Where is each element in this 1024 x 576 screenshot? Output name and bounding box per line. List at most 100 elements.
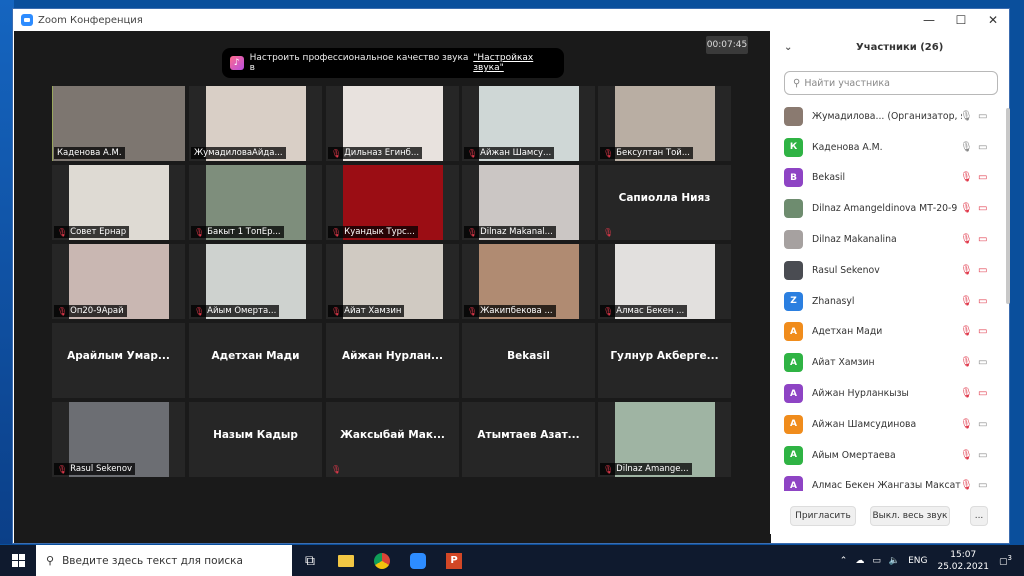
mic-muted-icon[interactable]: 🎙 bbox=[960, 450, 973, 461]
mic-muted-icon[interactable]: 🎙 bbox=[960, 234, 973, 245]
camera-icon[interactable]: ▭ bbox=[978, 419, 987, 430]
chevron-up-icon[interactable]: ⌃ bbox=[840, 556, 848, 566]
mic-muted-icon[interactable]: 🎙 bbox=[960, 265, 973, 276]
participant-row[interactable]: А Адетхан Мади 🎙 ▭ bbox=[770, 317, 1002, 348]
chrome-icon[interactable] bbox=[364, 545, 400, 576]
mic-muted-icon[interactable]: 🎙 bbox=[960, 480, 973, 491]
video-tile[interactable]: 🎙 Rasul Sekenov bbox=[52, 402, 185, 477]
video-tile[interactable]: 🎙 Алмас Бекен ... bbox=[598, 244, 731, 319]
video-tile[interactable]: 🎙 Айжан Шамсу... bbox=[462, 86, 595, 161]
camera-off-icon[interactable]: ▭ bbox=[978, 326, 987, 337]
camera-icon[interactable]: ▭ bbox=[978, 142, 987, 153]
mic-muted-icon[interactable]: 🎙 bbox=[960, 388, 973, 399]
camera-icon[interactable]: ▭ bbox=[978, 480, 987, 491]
video-tile[interactable]: 🎙 Dilnaz Makanal... bbox=[462, 165, 595, 240]
audio-settings-link[interactable]: "Настройках звука" bbox=[473, 53, 564, 73]
participant-row[interactable]: Dilnaz Amangeldinova МТ-20-9 🎙 ▭ bbox=[770, 193, 1002, 224]
video-tile[interactable]: Bekasil bbox=[462, 323, 595, 398]
minimize-button[interactable]: — bbox=[913, 9, 945, 31]
mic-icon[interactable]: 🎙 bbox=[960, 111, 973, 122]
video-tile[interactable]: 🎙 Дильназ Егинб... bbox=[326, 86, 459, 161]
camera-off-icon[interactable]: ▭ bbox=[978, 296, 987, 307]
video-tile[interactable]: 🎙 Куандык Турс... bbox=[326, 165, 459, 240]
camera-off-icon[interactable]: ▭ bbox=[978, 388, 987, 399]
video-tile[interactable]: Айжан Нурлан... bbox=[326, 323, 459, 398]
file-explorer-icon[interactable] bbox=[328, 545, 364, 576]
start-button[interactable] bbox=[0, 545, 36, 576]
language-indicator[interactable]: ENG bbox=[908, 556, 927, 566]
mic-muted-icon[interactable]: 🎙 bbox=[960, 419, 973, 430]
mic-muted-icon: 🎙 bbox=[331, 227, 342, 237]
clock[interactable]: 15:07 25.02.2021 bbox=[937, 549, 989, 573]
video-tile[interactable]: 🎙 Айым Омерта... bbox=[189, 244, 322, 319]
participant-row[interactable]: А Айат Хамзин 🎙 ▭ bbox=[770, 347, 1002, 378]
mute-all-button[interactable]: Выкл. весь звук bbox=[870, 506, 950, 526]
video-tile[interactable]: Атымтаев Азат... bbox=[462, 402, 595, 477]
camera-icon[interactable]: ▭ bbox=[978, 111, 987, 122]
video-tile[interactable]: Каденова А.М. bbox=[52, 86, 185, 161]
video-tile[interactable]: Назым Кадыр bbox=[189, 402, 322, 477]
invite-button[interactable]: Пригласить bbox=[790, 506, 856, 526]
mic-muted-icon: 🎙 bbox=[331, 465, 342, 474]
chevron-down-icon[interactable]: ⌄ bbox=[784, 42, 792, 53]
more-button[interactable]: ... bbox=[970, 506, 988, 526]
participants-scrollbar[interactable] bbox=[1006, 108, 1010, 304]
avatar: А bbox=[784, 476, 803, 491]
network-icon[interactable]: ▭ bbox=[872, 556, 881, 566]
mic-icon[interactable]: 🎙 bbox=[960, 142, 973, 153]
video-tile[interactable]: ЖумадиловаАйда... bbox=[189, 86, 322, 161]
video-tile[interactable]: 🎙 Бакыт 1 ТопЕр... bbox=[189, 165, 322, 240]
participant-row[interactable]: К Каденова А.М. 🎙 ▭ bbox=[770, 132, 1002, 163]
taskbar-search-placeholder: Введите здесь текст для поиска bbox=[62, 554, 243, 567]
camera-off-icon[interactable]: ▭ bbox=[978, 234, 987, 245]
participant-row[interactable]: Rasul Sekenov 🎙 ▭ bbox=[770, 255, 1002, 286]
notification-icon[interactable]: ▢3 bbox=[999, 554, 1012, 567]
mic-muted-icon: 🎙 bbox=[603, 464, 614, 474]
volume-icon[interactable]: 🔈 bbox=[889, 556, 900, 566]
video-tile[interactable]: 🎙 Айат Хамзин bbox=[326, 244, 459, 319]
participant-row[interactable]: Dilnaz Makanalina 🎙 ▭ bbox=[770, 224, 1002, 255]
participant-label-text: Дильназ Егинб... bbox=[344, 148, 420, 158]
video-tile[interactable]: 🎙 Бексултан Той... bbox=[598, 86, 731, 161]
camera-off-icon[interactable]: ▭ bbox=[978, 203, 987, 214]
video-tile[interactable]: 🎙 Оп20-9Арай bbox=[52, 244, 185, 319]
camera-icon[interactable]: ▭ bbox=[978, 450, 987, 461]
mic-muted-icon: 🎙 bbox=[467, 306, 478, 316]
mic-muted-icon[interactable]: 🎙 bbox=[960, 357, 973, 368]
participant-label-text: Бексултан Той... bbox=[616, 148, 690, 158]
powerpoint-icon[interactable]: P bbox=[436, 545, 472, 576]
avatar: А bbox=[784, 445, 803, 465]
video-tile[interactable]: 🎙 Жакипбекова ... bbox=[462, 244, 595, 319]
task-view-icon[interactable]: ⧉ bbox=[292, 545, 328, 576]
mic-muted-icon[interactable]: 🎙 bbox=[960, 203, 973, 214]
taskbar-search[interactable]: ⚲ Введите здесь текст для поиска bbox=[36, 545, 292, 576]
mic-muted-icon[interactable]: 🎙 bbox=[960, 326, 973, 337]
participant-row[interactable]: Жумадилова... (Организатор, я) 🎙 ▭ bbox=[770, 101, 1002, 132]
camera-off-icon[interactable]: ▭ bbox=[978, 265, 987, 276]
participant-row[interactable]: А Айжан Шамсудинова 🎙 ▭ bbox=[770, 409, 1002, 440]
camera-icon[interactable]: ▭ bbox=[978, 357, 987, 368]
video-tile[interactable]: 🎙 Совет Ернар bbox=[52, 165, 185, 240]
participant-search-input[interactable]: ⚲ Найти участника bbox=[784, 71, 998, 95]
mic-muted-icon[interactable]: 🎙 bbox=[960, 172, 973, 183]
video-tile[interactable]: Адетхан Мади bbox=[189, 323, 322, 398]
participant-row[interactable]: А Айжан Нурланкызы 🎙 ▭ bbox=[770, 378, 1002, 409]
cloud-icon[interactable]: ☁ bbox=[855, 556, 864, 566]
participant-row[interactable]: А Алмас Бекен Жангазы Максат 🎙 ▭ bbox=[770, 471, 1002, 491]
video-tile[interactable]: Сапиолла Нияз 🎙 bbox=[598, 165, 731, 240]
zoom-taskbar-icon[interactable] bbox=[400, 545, 436, 576]
participant-label: 🎙 Rasul Sekenov bbox=[54, 463, 136, 475]
video-tile[interactable]: Жаксыбай Мак... 🎙 bbox=[326, 402, 459, 477]
participant-row[interactable]: А Айым Омертаева 🎙 ▭ bbox=[770, 440, 1002, 471]
participant-row[interactable]: Z Zhanasyl 🎙 ▭ bbox=[770, 286, 1002, 317]
search-placeholder: Найти участника bbox=[804, 77, 890, 89]
camera-off-icon[interactable]: ▭ bbox=[978, 172, 987, 183]
maximize-button[interactable]: ☐ bbox=[945, 9, 977, 31]
participant-row[interactable]: B Bekasil 🎙 ▭ bbox=[770, 163, 1002, 194]
video-tile[interactable]: Арайлым Умар... bbox=[52, 323, 185, 398]
video-tile[interactable]: Гулнур Акберге... bbox=[598, 323, 731, 398]
window-title: Zoom Конференция bbox=[38, 14, 143, 26]
close-button[interactable]: ✕ bbox=[977, 9, 1009, 31]
video-tile[interactable]: 🎙 Dilnaz Amange... bbox=[598, 402, 731, 477]
mic-muted-icon[interactable]: 🎙 bbox=[960, 296, 973, 307]
